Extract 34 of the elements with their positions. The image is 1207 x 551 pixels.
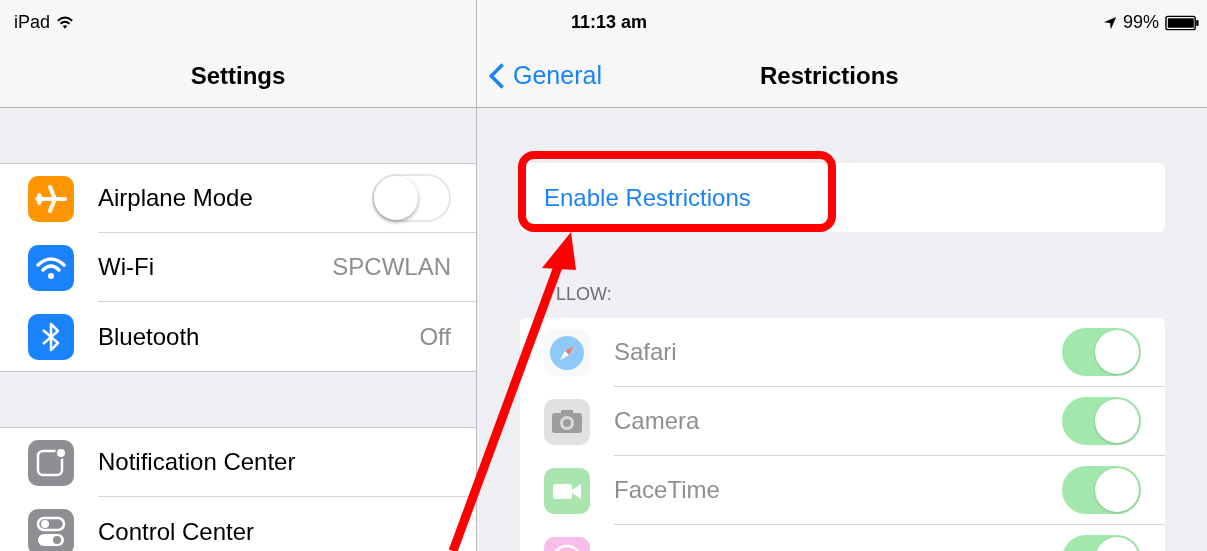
row-label: Safari: [614, 338, 677, 366]
section-header: LLOW:: [556, 284, 613, 306]
settings-row[interactable]: Notification Center: [0, 428, 476, 497]
row-label: Camera: [614, 407, 700, 435]
row-label: FaceTime: [614, 476, 720, 504]
battery-percent: 99%: [1122, 12, 1159, 33]
row-value: SPCWLAN: [332, 253, 451, 281]
carrier-label: iPad: [14, 12, 51, 33]
wifi-signal-icon: [56, 15, 75, 30]
settings-row[interactable]: Bluetooth Off: [0, 302, 476, 371]
settings-row[interactable]: Airplane Mode: [0, 164, 476, 233]
notification-icon: [28, 439, 74, 486]
settings-row[interactable]: Control Center: [0, 497, 476, 551]
location-arrow-icon: [1102, 15, 1117, 30]
video-camera-icon: [544, 467, 590, 514]
row-label: Control Center: [98, 517, 255, 546]
row-label: Notification Center: [98, 448, 296, 476]
nav-title: Settings: [190, 61, 286, 90]
camera-icon: [544, 398, 590, 445]
row-label: Airplane Mode: [98, 184, 253, 212]
settings-row[interactable]: Wi-Fi SPCWLAN: [0, 233, 476, 302]
bluetooth-icon: [28, 313, 74, 360]
chevron-left-icon: [489, 61, 505, 90]
wifi-icon: [28, 244, 74, 291]
airplane-icon: [28, 175, 74, 222]
row-label: Bluetooth: [98, 322, 200, 351]
compass-icon: [544, 329, 590, 376]
enable-restrictions-link[interactable]: Enable Restrictions: [544, 183, 751, 212]
clock-time: 11:13 am: [571, 12, 648, 33]
toggle-switch[interactable]: [372, 174, 451, 222]
row-label: Wi-Fi: [98, 253, 154, 281]
row-value: Off: [419, 322, 451, 351]
nav-title: Restrictions: [759, 61, 899, 90]
battery-icon: [1165, 14, 1199, 31]
